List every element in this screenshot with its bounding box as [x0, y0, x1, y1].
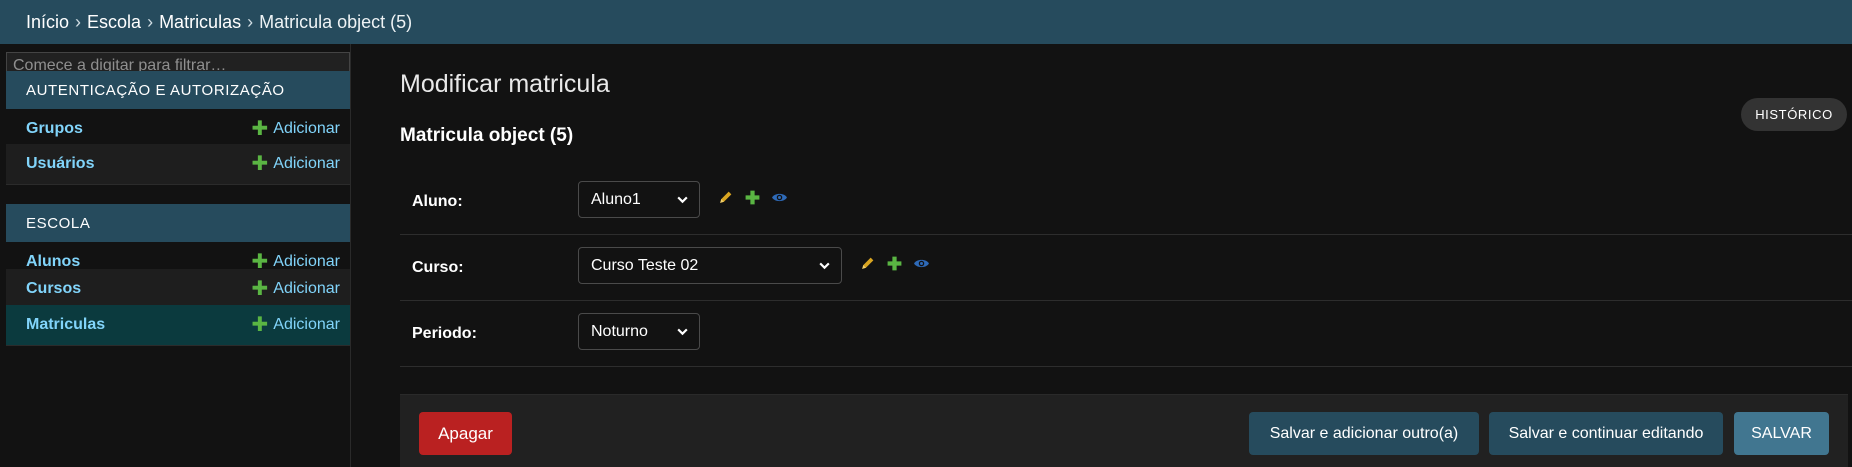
curso-related-actions — [859, 255, 930, 272]
pencil-icon[interactable] — [717, 189, 734, 206]
pencil-icon[interactable] — [859, 255, 876, 272]
sidebar-item-link-grupos[interactable]: Grupos — [26, 120, 83, 138]
form-row-curso: Curso: Curso Teste 02 — [400, 235, 1852, 301]
chevron-down-icon — [677, 196, 688, 204]
history-button[interactable]: HISTÓRICO — [1741, 98, 1847, 131]
add-link-label: Adicionar — [273, 280, 340, 297]
periodo-select[interactable]: Noturno — [578, 313, 700, 350]
add-grupos-link[interactable]: ✚ Adicionar — [252, 119, 340, 139]
main-content: Modificar matricula HISTÓRICO Matricula … — [352, 44, 1852, 467]
chevron-down-icon — [677, 328, 688, 336]
sidebar: AUTENTICAÇÃO E AUTORIZAÇÃO Grupos ✚ Adic… — [0, 44, 351, 467]
add-link-label: Adicionar — [273, 316, 340, 333]
module-caption-escola[interactable]: ESCOLA — [6, 204, 350, 242]
sidebar-item-cursos: Cursos ✚ Adicionar — [6, 269, 350, 310]
breadcrumb-home-link[interactable]: Início — [26, 12, 69, 33]
page-title: Modificar matricula — [400, 70, 610, 98]
breadcrumb-app-link[interactable]: Escola — [87, 12, 141, 33]
curso-select[interactable]: Curso Teste 02 — [578, 247, 842, 284]
plus-icon: ✚ — [251, 314, 269, 336]
chevron-down-icon — [819, 262, 830, 270]
save-add-another-button[interactable]: Salvar e adicionar outro(a) — [1249, 412, 1479, 455]
curso-select-value: Curso Teste 02 — [591, 256, 699, 274]
plus-icon[interactable] — [744, 189, 761, 206]
sidebar-item-matriculas: Matriculas ✚ Adicionar — [6, 305, 350, 346]
breadcrumb: Início › Escola › Matriculas › Matricula… — [0, 0, 1852, 44]
breadcrumb-model-link[interactable]: Matriculas — [159, 12, 241, 33]
eye-icon[interactable] — [771, 189, 788, 206]
sidebar-item-link-matriculas[interactable]: Matriculas — [26, 316, 105, 334]
plus-icon: ✚ — [251, 278, 269, 300]
add-cursos-link[interactable]: ✚ Adicionar — [252, 279, 340, 299]
add-usuarios-link[interactable]: ✚ Adicionar — [252, 154, 340, 174]
add-link-label: Adicionar — [273, 120, 340, 137]
breadcrumb-current: Matricula object (5) — [259, 11, 413, 32]
periodo-label: Periodo: — [412, 325, 477, 342]
module-caption-auth[interactable]: AUTENTICAÇÃO E AUTORIZAÇÃO — [6, 71, 350, 109]
curso-label: Curso: — [412, 259, 464, 276]
periodo-select-value: Noturno — [591, 322, 648, 340]
plus-icon[interactable] — [886, 255, 903, 272]
save-button[interactable]: SALVAR — [1734, 412, 1829, 455]
form-row-periodo: Periodo: Noturno — [400, 301, 1852, 367]
aluno-related-actions — [717, 189, 788, 206]
breadcrumb-separator: › — [75, 11, 82, 32]
add-matriculas-link[interactable]: ✚ Adicionar — [252, 315, 340, 335]
plus-icon: ✚ — [251, 153, 269, 175]
delete-button[interactable]: Apagar — [419, 412, 512, 455]
breadcrumb-separator: › — [147, 11, 154, 32]
sidebar-item-usuarios: Usuários ✚ Adicionar — [6, 144, 350, 185]
aluno-select-value: Aluno1 — [591, 190, 641, 208]
save-continue-button[interactable]: Salvar e continuar editando — [1489, 412, 1723, 455]
object-heading: Matricula object (5) — [400, 125, 574, 146]
plus-icon: ✚ — [251, 118, 269, 140]
submit-row: Apagar Salvar e adicionar outro(a) Salva… — [400, 394, 1848, 467]
sidebar-item-link-usuarios[interactable]: Usuários — [26, 155, 94, 173]
form-row-aluno: Aluno: Aluno1 — [400, 169, 1852, 235]
add-link-label: Adicionar — [273, 155, 340, 172]
eye-icon[interactable] — [913, 255, 930, 272]
aluno-select[interactable]: Aluno1 — [578, 181, 700, 218]
sidebar-item-link-cursos[interactable]: Cursos — [26, 280, 81, 298]
aluno-label: Aluno: — [412, 193, 463, 210]
breadcrumb-separator: › — [247, 11, 254, 32]
